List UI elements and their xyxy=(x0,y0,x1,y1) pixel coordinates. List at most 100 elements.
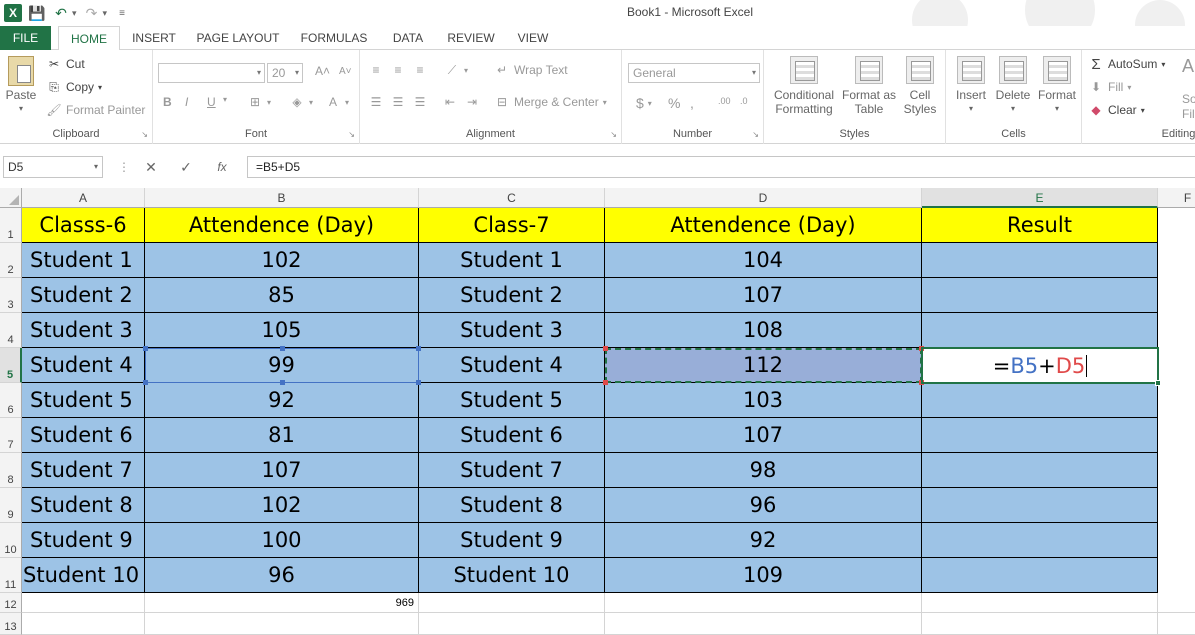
cell-c4[interactable]: Student 3 xyxy=(419,313,605,348)
column-header-a[interactable]: A xyxy=(22,188,145,208)
cell-a9[interactable]: Student 8 xyxy=(22,488,145,523)
insert-cells-button[interactable]: Insert ▾ xyxy=(950,56,992,116)
align-center-button[interactable]: ☰ xyxy=(390,94,406,110)
merge-center-button[interactable]: ⊟ Merge & Center ▾ xyxy=(494,94,607,110)
cell-e5-editing[interactable]: = B5 + D5 xyxy=(922,348,1158,383)
sort-filter-label-2[interactable]: Fil xyxy=(1182,107,1195,121)
cell-b8[interactable]: 107 xyxy=(145,453,419,488)
cell-a7[interactable]: Student 6 xyxy=(22,418,145,453)
cell-e13[interactable] xyxy=(922,613,1158,635)
cell-c13[interactable] xyxy=(419,613,605,635)
cell-d5[interactable]: 112 xyxy=(605,348,922,383)
cell-b5[interactable]: 99 xyxy=(145,348,419,383)
cell-b9[interactable]: 102 xyxy=(145,488,419,523)
cell-d11[interactable]: 109 xyxy=(605,558,922,593)
delete-cells-button[interactable]: Delete ▾ xyxy=(992,56,1034,116)
row-header-2[interactable]: 2 xyxy=(0,243,22,278)
formula-input[interactable]: =B5+D5 xyxy=(247,156,1195,178)
cell-a11[interactable]: Student 10 xyxy=(22,558,145,593)
tab-insert[interactable]: INSERT xyxy=(124,26,184,50)
cell-a10[interactable]: Student 9 xyxy=(22,523,145,558)
cell-c9[interactable]: Student 8 xyxy=(419,488,605,523)
font-color-button[interactable]: A ▾ xyxy=(325,94,349,110)
row-header-1[interactable]: 1 xyxy=(0,208,22,243)
cell-d12[interactable] xyxy=(605,593,922,613)
cell-a2[interactable]: Student 1 xyxy=(22,243,145,278)
cell-e9[interactable] xyxy=(922,488,1158,523)
cell-b4[interactable]: 105 xyxy=(145,313,419,348)
orientation-button[interactable]: ⟋ ▾ xyxy=(444,62,468,78)
cell-c10[interactable]: Student 9 xyxy=(419,523,605,558)
cell-d10[interactable]: 92 xyxy=(605,523,922,558)
row-header-8[interactable]: 8 xyxy=(0,453,22,488)
sort-filter-label-1[interactable]: So xyxy=(1182,92,1195,106)
cell-b6[interactable]: 92 xyxy=(145,383,419,418)
cell-e8[interactable] xyxy=(922,453,1158,488)
cell-c6[interactable]: Student 5 xyxy=(419,383,605,418)
align-right-button[interactable]: ☰ xyxy=(412,94,428,110)
sort-filter-icon[interactable]: A xyxy=(1182,56,1194,77)
cell-e12[interactable] xyxy=(922,593,1158,613)
decrease-font-button[interactable]: A˅ xyxy=(339,66,352,77)
format-as-table-button[interactable]: Format as Table xyxy=(840,56,898,116)
decrease-decimal-button[interactable]: .0 xyxy=(740,96,748,106)
cell-a12[interactable] xyxy=(22,593,145,613)
copy-button[interactable]: ⎘ Copy ▾ xyxy=(46,79,102,95)
row-header-6[interactable]: 6 xyxy=(0,383,22,418)
cell-e10[interactable] xyxy=(922,523,1158,558)
cell-e6[interactable] xyxy=(922,383,1158,418)
tab-home[interactable]: HOME xyxy=(58,26,120,51)
bottom-align-button[interactable]: ≡ xyxy=(412,62,428,78)
cell-d13[interactable] xyxy=(605,613,922,635)
cell-styles-button[interactable]: Cell Styles xyxy=(898,56,942,116)
row-header-7[interactable]: 7 xyxy=(0,418,22,453)
cell-a1[interactable]: Classs-6 xyxy=(22,208,145,243)
font-name-combo[interactable]: ▾ xyxy=(158,63,265,83)
cell-e11[interactable] xyxy=(922,558,1158,593)
cell-d9[interactable]: 96 xyxy=(605,488,922,523)
row-header-5[interactable]: 5 xyxy=(0,348,22,383)
increase-decimal-button[interactable]: .00 xyxy=(718,96,731,106)
comma-button[interactable]: , xyxy=(690,95,694,111)
align-left-button[interactable]: ☰ xyxy=(368,94,384,110)
paste-button[interactable]: Paste ▾ xyxy=(4,56,38,116)
name-box[interactable]: D5 ▾ xyxy=(3,156,103,178)
tab-page-layout[interactable]: PAGE LAYOUT xyxy=(190,26,286,50)
cell-e4[interactable] xyxy=(922,313,1158,348)
cell-a5[interactable]: Student 4 xyxy=(22,348,145,383)
enter-icon[interactable]: ✓ xyxy=(172,156,200,178)
tab-file[interactable]: FILE xyxy=(0,26,51,50)
column-header-b[interactable]: B xyxy=(145,188,419,208)
cell-c12[interactable] xyxy=(419,593,605,613)
cell-a8[interactable]: Student 7 xyxy=(22,453,145,488)
column-header-d[interactable]: D xyxy=(605,188,922,208)
cell-c3[interactable]: Student 2 xyxy=(419,278,605,313)
cell-a3[interactable]: Student 2 xyxy=(22,278,145,313)
increase-font-button[interactable]: A˄ xyxy=(315,64,330,78)
dialog-launcher-icon[interactable]: ↘ xyxy=(348,130,355,139)
cell-f12[interactable] xyxy=(1158,593,1195,613)
cancel-icon[interactable]: ✕ xyxy=(137,156,165,178)
cell-a13[interactable] xyxy=(22,613,145,635)
cell-d1[interactable]: Attendence (Day) xyxy=(605,208,922,243)
tab-review[interactable]: REVIEW xyxy=(441,26,501,50)
number-format-combo[interactable]: General ▾ xyxy=(628,63,760,83)
underline-button[interactable]: U xyxy=(207,95,216,109)
fill-button[interactable]: ⬇ Fill ▾ xyxy=(1088,79,1131,95)
cell-d6[interactable]: 103 xyxy=(605,383,922,418)
cell-c8[interactable]: Student 7 xyxy=(419,453,605,488)
conditional-formatting-button[interactable]: Conditional Formatting xyxy=(768,56,840,116)
cell-a4[interactable]: Student 3 xyxy=(22,313,145,348)
cell-d3[interactable]: 107 xyxy=(605,278,922,313)
cell-e7[interactable] xyxy=(922,418,1158,453)
column-header-f[interactable]: F xyxy=(1158,188,1195,208)
dialog-launcher-icon[interactable]: ↘ xyxy=(752,130,759,139)
format-painter-button[interactable]: 🖌 Format Painter xyxy=(46,102,145,118)
cell-e2[interactable] xyxy=(922,243,1158,278)
middle-align-button[interactable]: ≡ xyxy=(390,62,406,78)
increase-indent-button[interactable]: ⇥ xyxy=(464,94,480,110)
cell-b13[interactable] xyxy=(145,613,419,635)
borders-button[interactable]: ⊞ ▾ xyxy=(247,94,271,110)
clear-button[interactable]: ◆ Clear ▾ xyxy=(1088,102,1144,118)
worksheet-grid[interactable]: A B C D E F 1 2 3 4 5 6 7 8 9 10 11 12 1… xyxy=(0,188,1195,635)
